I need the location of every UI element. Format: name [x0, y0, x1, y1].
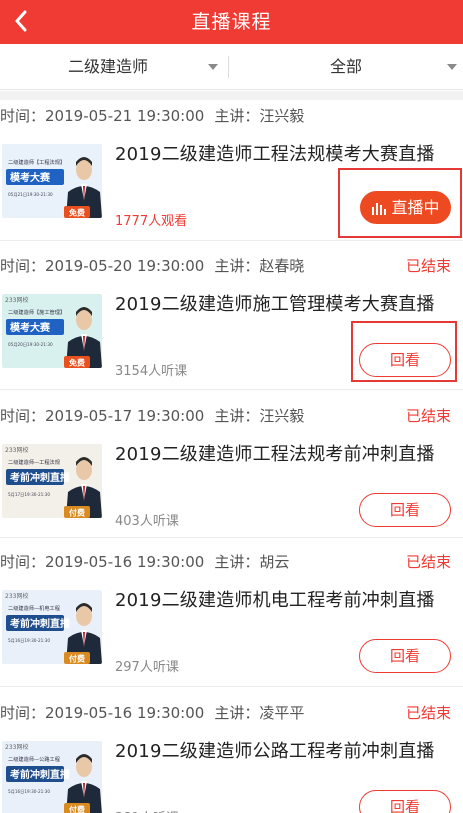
course-meta: 时间：2019-05-21 19:30:00 主讲：汪兴毅 [0, 100, 304, 132]
row-divider [0, 240, 463, 241]
lecturer-name: 凌平平 [259, 704, 305, 722]
course-meta: 时间：2019-05-16 19:30:00 主讲：凌平平 [0, 697, 304, 729]
course-meta: 时间：2019-05-16 19:30:00 主讲：胡云 [0, 546, 289, 578]
thumb-top: 二级建造师【工程法规】 [8, 158, 65, 166]
row-divider [0, 389, 463, 390]
course-status: 已结束 [405, 407, 451, 425]
course-title[interactable]: 2019二级建造师工程法规考前冲刺直播 [115, 440, 435, 466]
filter-bar: 二级建造师 全部 [0, 44, 463, 90]
caret-down-icon [208, 64, 218, 70]
course-thumbnail: 233网校 二级建造师—机电工程 考前冲刺直播 5月16日19:30-21:30 付费 [2, 590, 102, 664]
course-datetime: 2019-05-17 19:30:00 [45, 407, 205, 425]
course-datetime: 2019-05-20 19:30:00 [45, 257, 205, 275]
viewer-count: 297人听课 [115, 660, 179, 675]
caret-down-icon [447, 64, 457, 70]
thumb-top: 二级建造师—工程法规 [8, 458, 60, 466]
lecturer-prefix: 主讲： [214, 257, 260, 275]
scope-filter-label: 全部 [330, 57, 363, 76]
course-status: 已结束 [405, 553, 451, 571]
lecturer-name: 胡云 [259, 553, 290, 571]
row-divider [0, 537, 463, 538]
thumb-main: 考前冲刺直播 [10, 617, 71, 630]
viewer-count: 1777人观看 [115, 214, 188, 229]
thumb-main: 考前冲刺直播 [10, 471, 71, 484]
app-header: 直播课程 [0, 0, 463, 44]
action-label: 回看 [389, 351, 420, 369]
action-label: 直播中 [391, 197, 440, 217]
course-thumbnail: 233网校 二级建造师—工程法规 考前冲刺直播 5月17日19:30-21:30 付费 [2, 444, 102, 518]
course-datetime: 2019-05-16 19:30:00 [45, 704, 205, 722]
course-card[interactable]: 时间：2019-05-21 19:30:00 主讲：汪兴毅二级建造师【工程法规】模… [0, 100, 463, 240]
course-datetime: 2019-05-16 19:30:00 [45, 553, 205, 571]
thumb-brand: 233网校 [5, 743, 28, 751]
replay-button[interactable]: 回看 [359, 493, 451, 527]
thumb-price-tag: 免费 [69, 358, 85, 368]
thumb-main: 模考大赛 [10, 171, 51, 184]
replay-button[interactable]: 回看 [359, 343, 451, 377]
course-meta: 时间：2019-05-20 19:30:00 主讲：赵春晓 [0, 250, 304, 282]
course-status: 已结束 [405, 704, 451, 722]
course-title[interactable]: 2019二级建造师公路工程考前冲刺直播 [115, 737, 435, 763]
lecturer-name: 汪兴毅 [259, 407, 305, 425]
thumb-brand: 233网校 [5, 296, 28, 304]
lecturer-name: 赵春晓 [259, 257, 305, 275]
course-card[interactable]: 时间：2019-05-16 19:30:00 主讲：胡云 已结束 233网校二级建造师… [0, 546, 463, 686]
course-title[interactable]: 2019二级建造师施工管理模考大赛直播 [115, 290, 435, 316]
thumb-top: 二级建造师—机电工程 [8, 604, 60, 612]
viewer-count: 403人听课 [115, 514, 179, 529]
course-title[interactable]: 2019二级建造师工程法规模考大赛直播 [115, 140, 435, 166]
watch-live-button[interactable]: 直播中 [360, 191, 451, 224]
scope-filter[interactable]: 全部 [229, 44, 463, 90]
lecturer-name: 汪兴毅 [259, 107, 305, 125]
lecturer-prefix: 主讲： [214, 407, 260, 425]
thumb-top: 二级建造师—公路工程 [8, 755, 60, 763]
course-meta: 时间：2019-05-17 19:30:00 主讲：汪兴毅 [0, 400, 304, 432]
course-datetime: 2019-05-21 19:30:00 [45, 107, 205, 125]
thumb-price-tag: 免费 [69, 208, 85, 218]
viewer-count: 381人听课 [115, 807, 179, 813]
action-label: 回看 [389, 501, 420, 519]
section-gap [0, 91, 463, 100]
time-prefix: 时间： [0, 704, 46, 722]
thumb-main: 模考大赛 [10, 321, 51, 334]
time-prefix: 时间： [0, 553, 46, 571]
category-filter-label: 二级建造师 [68, 57, 149, 76]
action-label: 回看 [389, 798, 420, 813]
lecturer-prefix: 主讲： [214, 553, 260, 571]
thumb-main: 考前冲刺直播 [10, 768, 71, 781]
time-prefix: 时间： [0, 107, 46, 125]
action-label: 回看 [389, 647, 420, 665]
row-divider [0, 686, 463, 687]
thumb-brand: 233网校 [5, 446, 28, 454]
equalizer-icon [372, 202, 387, 215]
course-thumbnail: 二级建造师【工程法规】 模考大赛 05月21日19:30-21:30 免费 [2, 144, 102, 218]
thumb-brand: 233网校 [5, 592, 28, 600]
thumb-price-tag: 付费 [69, 805, 85, 813]
replay-button[interactable]: 回看 [359, 790, 451, 813]
thumb-price-tag: 付费 [69, 654, 85, 664]
lecturer-prefix: 主讲： [214, 107, 260, 125]
course-card[interactable]: 时间：2019-05-20 19:30:00 主讲：赵春晓 已结束 233网校二级建造… [0, 250, 463, 390]
course-thumbnail: 233网校 二级建造师—公路工程 考前冲刺直播 5月16日19:30-21:30 付费 [2, 741, 102, 813]
thumb-price-tag: 付费 [69, 508, 85, 518]
course-thumbnail: 233网校 二级建造师【施工管理】 模考大赛 05月20日19:30-21:30 免费 [2, 294, 102, 368]
course-card[interactable]: 时间：2019-05-17 19:30:00 主讲：汪兴毅 已结束 233网校二级建造… [0, 400, 463, 540]
lecturer-prefix: 主讲： [214, 704, 260, 722]
course-title[interactable]: 2019二级建造师机电工程考前冲刺直播 [115, 586, 435, 612]
time-prefix: 时间： [0, 257, 46, 275]
page-title: 直播课程 [191, 11, 272, 33]
replay-button[interactable]: 回看 [359, 639, 451, 673]
course-status: 已结束 [405, 257, 451, 275]
time-prefix: 时间： [0, 407, 46, 425]
category-filter[interactable]: 二级建造师 [0, 44, 228, 90]
thumb-top: 二级建造师【施工管理】 [8, 308, 65, 316]
viewer-count: 3154人听课 [115, 364, 188, 379]
course-card[interactable]: 时间：2019-05-16 19:30:00 主讲：凌平平 已结束 233网校二级建造… [0, 697, 463, 813]
